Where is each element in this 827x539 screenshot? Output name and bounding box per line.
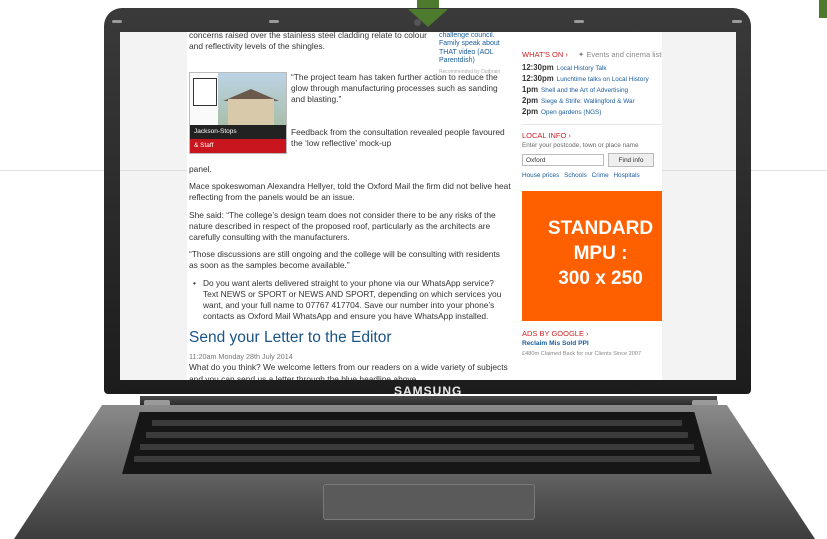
- list-item[interactable]: 2pm Open gardens (NGS): [522, 107, 662, 118]
- mpu-line-2: MPU :: [573, 243, 628, 264]
- hospitals-link[interactable]: Hospitals: [613, 172, 639, 179]
- events-list: 12:30pm Local History Talk 12:30pm Lunchti…: [522, 63, 662, 118]
- guide-line-left: [0, 170, 120, 171]
- events-listings-label: Events and cinema listings: [586, 50, 662, 59]
- article-top-line: concerns raised over the stainless steel…: [189, 32, 427, 52]
- bezel-glint-2: [269, 20, 279, 23]
- google-ads: ADS BY GOOGLE › Reclaim Mis Sold PPI £48…: [522, 329, 662, 359]
- timestamp: 11:20am Monday 28th July 2014: [189, 352, 293, 362]
- sidebar: WHAT'S ON › ✦ Events and cinema listings…: [522, 32, 662, 359]
- local-info-header: LOCAL INFO ›: [522, 131, 662, 141]
- bezel-glint-left: [112, 20, 122, 23]
- whatsapp-bullet: Do you want alerts delivered straight to…: [189, 278, 511, 323]
- property-ad-image[interactable]: Jackson-Stops & Staff: [189, 72, 287, 154]
- crest-icon: [193, 78, 217, 106]
- ad-description: £480m Claimed Back for our Clients Since…: [522, 351, 642, 357]
- find-info-button[interactable]: Find info: [608, 153, 654, 167]
- article-paragraph: She said: “The college’s design team doe…: [189, 209, 496, 243]
- local-info-title[interactable]: LOCAL INFO: [522, 131, 566, 140]
- webpage: concerns raised over the stainless steel…: [187, 32, 662, 380]
- list-item[interactable]: 12:30pm Local History Talk: [522, 63, 662, 74]
- article-quote-2: Feedback from the consultation revealed …: [291, 127, 505, 149]
- house-prices-link[interactable]: House prices: [522, 172, 559, 179]
- article-paragraph: “Those discussions are still ongoing and…: [189, 249, 500, 271]
- schools-link[interactable]: Schools: [564, 172, 587, 179]
- touchpad: [323, 484, 535, 520]
- ad-link[interactable]: Reclaim Mis Sold PPI: [522, 339, 662, 349]
- bezel-glint-3: [574, 20, 584, 23]
- keyboard: [122, 412, 712, 474]
- samsung-logo: SAMSUNG: [394, 384, 463, 398]
- ads-header: ADS BY GOOGLE: [522, 329, 584, 338]
- recommended-link-text[interactable]: challenge council. Family speak about TH…: [439, 32, 509, 66]
- panel-word: panel.: [189, 164, 212, 174]
- chevron-right-icon: ›: [568, 131, 571, 140]
- local-info-prompt: Enter your postcode, town or place name: [522, 142, 639, 149]
- arrow-down-head: [408, 9, 448, 27]
- chevron-right-icon: ›: [583, 329, 589, 338]
- ad-tag-name: Jackson-Stops: [190, 125, 286, 139]
- chevron-right-icon: ›: [565, 50, 568, 59]
- list-item[interactable]: 2pm Siege & Strife: Wallingford & War: [522, 96, 662, 107]
- mpu-ad-placeholder[interactable]: STANDARD MPU : 300 x 250: [522, 191, 662, 321]
- article-body: concerns raised over the stainless steel…: [189, 32, 511, 380]
- outbrain-credit: Recommended by Outbrain: [439, 68, 501, 75]
- article-paragraph: Mace spokeswoman Alexandra Hellyer, told…: [189, 181, 511, 203]
- list-item[interactable]: 1pm Shell and the Art of Advertising: [522, 85, 662, 96]
- article-flow: panel. Mace spokeswoman Alexandra Hellye…: [189, 164, 511, 380]
- whats-on-title[interactable]: WHAT'S ON: [522, 50, 563, 59]
- laptop-mockup: concerns raised over the stainless steel…: [0, 0, 827, 539]
- recommended-links[interactable]: challenge council. Family speak about TH…: [439, 32, 509, 76]
- mpu-line-3: 300 x 250: [558, 268, 643, 289]
- whats-on-header: WHAT'S ON › ✦ Events and cinema listings: [522, 50, 662, 60]
- list-item[interactable]: 12:30pm Lunchtime talks on Local History: [522, 74, 662, 85]
- postcode-input[interactable]: Oxford: [522, 154, 604, 166]
- bezel-glint-right: [732, 20, 742, 23]
- ad-tag-sub: & Staff: [190, 139, 286, 153]
- letter-paragraph: What do you think? We welcome letters fr…: [189, 362, 508, 380]
- letter-heading[interactable]: Send your Letter to the Editor: [189, 328, 511, 348]
- crime-link[interactable]: Crime: [592, 172, 609, 179]
- divider: [522, 124, 662, 125]
- local-info-links: House prices Schools Crime Hospitals: [522, 171, 662, 181]
- corner-tab: [819, 0, 827, 18]
- events-listings-link[interactable]: ✦ Events and cinema listings: [578, 50, 662, 59]
- mpu-line-1: STANDARD: [547, 218, 654, 239]
- laptop-screen: concerns raised over the stainless steel…: [120, 32, 736, 380]
- article-quote-1: “The project team has taken further acti…: [291, 72, 498, 105]
